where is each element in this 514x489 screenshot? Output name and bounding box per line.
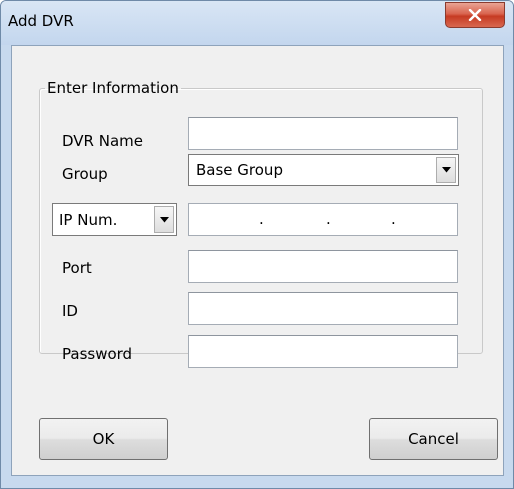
cancel-button[interactable]: Cancel [369, 418, 498, 460]
port-label: Port [62, 259, 92, 277]
ip-type-select-value: IP Num. [59, 211, 118, 229]
group-select-value: Base Group [196, 161, 283, 179]
dialog-body: Enter Information DVR Name Group Base Gr… [11, 45, 504, 476]
port-field[interactable] [188, 250, 458, 283]
ip-separator-3: . [391, 210, 396, 228]
group-dropdown-button[interactable] [436, 157, 456, 183]
ip-octet-4[interactable] [403, 204, 453, 235]
id-field[interactable] [188, 292, 458, 325]
chevron-down-icon [441, 167, 451, 173]
id-label: ID [62, 302, 78, 320]
window-title: Add DVR [8, 12, 74, 30]
password-label: Password [62, 345, 133, 363]
title-bar[interactable]: Add DVR [1, 1, 513, 45]
add-dvr-dialog: Add DVR Enter Information DVR Name Group… [0, 0, 514, 489]
dvr-name-label: DVR Name [62, 132, 143, 150]
group-label: Group [62, 165, 108, 183]
ip-address-field[interactable]: . . . [188, 203, 458, 236]
close-icon [468, 9, 482, 21]
dvr-name-field[interactable] [188, 117, 458, 150]
ok-button[interactable]: OK [39, 418, 168, 460]
ip-type-select[interactable]: IP Num. [52, 203, 177, 236]
chevron-down-icon [159, 216, 169, 222]
ip-separator-2: . [326, 210, 331, 228]
password-field[interactable] [188, 335, 458, 368]
close-button[interactable] [445, 2, 505, 28]
ip-octet-1[interactable] [205, 204, 255, 235]
group-legend: Enter Information [47, 79, 179, 97]
ip-separator-1: . [259, 210, 264, 228]
ip-octet-3[interactable] [337, 204, 387, 235]
ip-octet-2[interactable] [273, 204, 323, 235]
group-select[interactable]: Base Group [188, 154, 459, 186]
ip-type-dropdown-button[interactable] [154, 206, 174, 233]
